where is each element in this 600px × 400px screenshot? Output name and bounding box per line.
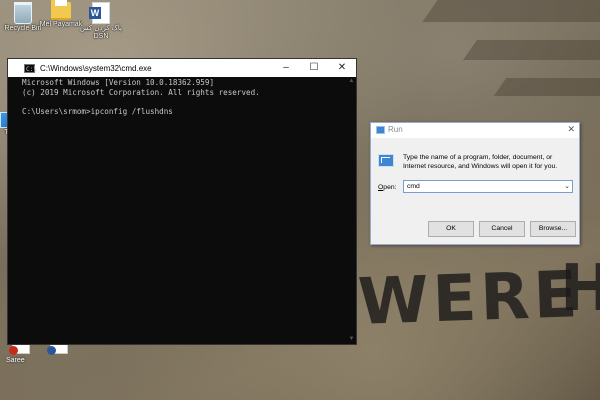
- wallpaper-graffiti: WERE: [356, 258, 583, 340]
- run-button-row: OK Cancel Browse...: [371, 214, 579, 244]
- desktop-icon-dsn-document[interactable]: W پاک کردن کش DSN: [78, 2, 124, 41]
- wallpaper-graffiti-h: H: [560, 252, 600, 326]
- ok-button[interactable]: OK: [428, 221, 474, 237]
- word-document-icon: W: [89, 2, 110, 24]
- folder-icon: [51, 0, 71, 20]
- cmd-titlebar[interactable]: C:\ C:\Windows\system32\cmd.exe – ☐ ✕: [8, 59, 356, 77]
- desktop-icon-label: Saree: [6, 357, 25, 364]
- run-dialog-title: Run: [388, 125, 403, 134]
- wallpaper-stair: [462, 40, 600, 60]
- cmd-window-title: C:\Windows\system32\cmd.exe: [40, 63, 152, 73]
- cancel-button[interactable]: Cancel: [479, 221, 525, 237]
- console-line: Microsoft Windows [Version 10.0.18362.95…: [22, 78, 215, 87]
- desktop-icon-label-line2: DSN: [93, 33, 109, 40]
- run-dialog[interactable]: Run ✕ Type the name of a program, folder…: [370, 122, 580, 245]
- recycle-bin-icon: [14, 2, 32, 24]
- open-input-value[interactable]: cmd: [407, 183, 420, 190]
- console-line: (c) 2019 Microsoft Corporation. All righ…: [22, 87, 260, 97]
- console-command: ipconfig /flushdns: [90, 106, 173, 116]
- chevron-down-icon[interactable]: ⌄: [564, 181, 570, 192]
- open-label: Open:: [378, 184, 397, 191]
- open-label-text: pen:: [383, 184, 397, 191]
- minimize-button[interactable]: –: [272, 59, 300, 77]
- open-combobox[interactable]: cmd ⌄: [403, 180, 573, 193]
- wallpaper-stair: [422, 0, 600, 22]
- close-button[interactable]: ✕: [328, 59, 356, 77]
- run-titlebar[interactable]: Run ✕: [371, 123, 579, 138]
- cmd-icon: C:\: [24, 63, 37, 73]
- scroll-down-icon[interactable]: ▼: [347, 335, 356, 344]
- desktop-icon-label: پاک کردن کش: [80, 25, 122, 32]
- browse-button[interactable]: Browse...: [530, 221, 576, 237]
- run-icon: [376, 126, 385, 134]
- close-button[interactable]: ✕: [567, 124, 575, 135]
- cmd-console[interactable]: Microsoft Windows [Version 10.0.18362.95…: [8, 77, 356, 116]
- console-line: C:\Users\srmom>ipconfig /flushdns: [22, 107, 354, 117]
- maximize-button[interactable]: ☐: [300, 59, 328, 77]
- cmd-scrollbar[interactable]: ▲ ▼: [347, 77, 356, 344]
- console-prompt: C:\Users\srmom>: [22, 106, 91, 116]
- cmd-window[interactable]: C:\ C:\Windows\system32\cmd.exe – ☐ ✕ Mi…: [8, 59, 356, 344]
- run-description: Type the name of a program, folder, docu…: [403, 154, 558, 170]
- run-program-icon: [378, 154, 394, 167]
- scroll-up-icon[interactable]: ▲: [347, 77, 356, 86]
- wallpaper-stair: [493, 78, 600, 96]
